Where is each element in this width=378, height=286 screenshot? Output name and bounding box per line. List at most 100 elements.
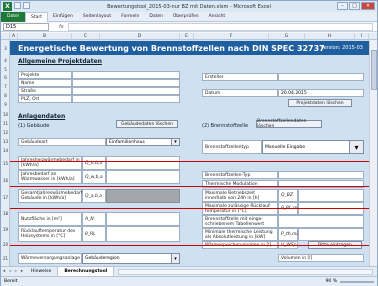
scroll-thumb[interactable]: [371, 50, 377, 90]
save-icon[interactable]: [14, 2, 21, 9]
row-header[interactable]: 13: [1, 137, 10, 146]
input-return-temp[interactable]: [106, 226, 180, 242]
tab-review[interactable]: Überprüfen: [168, 14, 204, 19]
row-header[interactable]: 18: [1, 206, 10, 221]
excel-window: X Bewertungstool_2015-03-nur BZ mit Date…: [0, 0, 378, 286]
row-header[interactable]: 11: [1, 119, 10, 128]
input-heat-demand[interactable]: [106, 156, 180, 170]
section-inputs-heading: Anlagendaten: [18, 113, 66, 120]
title-bar: X Bewertungstool_2015-03-nur BZ mit Date…: [1, 1, 377, 12]
label-hot-water: Jahresbedarf an Warmwasser in [kWh/a]: [18, 170, 82, 184]
input-strasse[interactable]: [72, 87, 180, 95]
col-i[interactable]: I: [355, 33, 369, 40]
tab-data[interactable]: Daten: [144, 14, 168, 19]
col-g[interactable]: G: [269, 33, 305, 40]
col-b[interactable]: B: [18, 33, 72, 40]
col-a[interactable]: A: [10, 33, 18, 40]
row-header[interactable]: 3: [1, 41, 10, 55]
row-header[interactable]: 12: [1, 128, 10, 137]
fc-input-type[interactable]: [278, 171, 364, 179]
tab-insert[interactable]: Einfügen: [48, 14, 78, 19]
sym-hot-water: Q_w,b,a: [82, 170, 106, 184]
chevron-down-icon[interactable]: ▾: [171, 139, 179, 145]
name-box[interactable]: D15: [3, 23, 49, 31]
clear-building-button[interactable]: Gebäudedaten löschen: [116, 120, 178, 128]
tab-file[interactable]: Datei: [1, 11, 26, 22]
ribbon-tabs: Datei Start Einfügen Seitenlayout Formel…: [1, 11, 377, 22]
horizontal-scrollbar[interactable]: [118, 268, 373, 275]
col-d[interactable]: D: [100, 33, 180, 40]
window-title: Bewertungstool_2015-03-nur BZ mit Daten.…: [107, 3, 271, 10]
row-header[interactable]: 16: [1, 172, 10, 189]
row-header[interactable]: 5: [1, 65, 10, 73]
col-c[interactable]: C: [72, 33, 100, 40]
row-divider: [10, 208, 369, 209]
row-header[interactable]: 19: [1, 221, 10, 238]
formula-input[interactable]: [67, 23, 373, 31]
row-header[interactable]: 6: [1, 73, 10, 82]
sheet-title-banner: Energetische Bewertung von Brennstoffzel…: [10, 41, 369, 55]
row-header[interactable]: 8: [1, 91, 10, 100]
zoom-slider[interactable]: [340, 281, 374, 283]
chevron-down-icon[interactable]: ▾: [171, 254, 179, 263]
row-header[interactable]: 14: [1, 146, 10, 155]
row-header[interactable]: 17: [1, 189, 10, 206]
input-plz-ort[interactable]: [72, 95, 180, 103]
select-all[interactable]: [1, 33, 10, 40]
clear-project-button[interactable]: Projektdaten löschen: [288, 99, 352, 107]
label-heat-dist: Wärmeversorgungsanlage: [18, 253, 82, 264]
fx-icon[interactable]: fx: [59, 24, 64, 30]
sheet-tabs-bar: ◂ ◃ ▹ ▸ Hinweise Berechnungstool: [1, 266, 377, 276]
excel-logo-icon[interactable]: X: [3, 2, 12, 11]
fc-heading: (2) Brennstoffzelle: [202, 123, 249, 129]
row-header[interactable]: 10: [1, 109, 10, 119]
close-button[interactable]: ✕: [361, 2, 375, 10]
label-heat-demand: Jahresheizwärmebedarf in [kWh/a]: [18, 156, 82, 170]
fc-input-min-power[interactable]: [298, 228, 364, 241]
col-e[interactable]: E: [180, 33, 194, 40]
maximize-button[interactable]: □: [349, 2, 360, 10]
row-header[interactable]: 4: [1, 56, 10, 64]
col-f[interactable]: F: [194, 33, 269, 40]
sym-area: A_N: [82, 212, 106, 226]
minimize-button[interactable]: –: [337, 2, 348, 10]
input-name[interactable]: [72, 79, 180, 87]
sheet-tab-hinweise[interactable]: Hinweise: [25, 267, 59, 276]
input-hot-water[interactable]: [106, 170, 180, 184]
formula-bar: D15 fx: [1, 23, 377, 32]
input-ersteller[interactable]: [278, 73, 364, 81]
tab-view[interactable]: Ansicht: [204, 14, 231, 19]
row-header[interactable]: 21: [1, 251, 10, 266]
tab-formulas[interactable]: Formeln: [116, 14, 144, 19]
row-header[interactable]: 9: [1, 100, 10, 109]
label-name: Name: [18, 79, 72, 87]
label-projekte: Projekte: [18, 71, 72, 79]
fc-sym-min-power: P_th,min: [278, 228, 301, 241]
fc-type-dropdown[interactable]: Manuelle Eingabe ▾: [262, 140, 364, 154]
computed-total-cell: [106, 189, 180, 203]
undo-icon[interactable]: [23, 2, 30, 9]
heat-dist-dropdown[interactable]: Gebäuderegion ▾: [82, 253, 180, 264]
col-h[interactable]: H: [305, 33, 355, 40]
worksheet[interactable]: Energetische Bewertung von Brennstoffzel…: [10, 40, 369, 266]
zoom-level[interactable]: 90 %: [326, 279, 337, 284]
tab-page-layout[interactable]: Seitenlayout: [78, 14, 116, 19]
tab-start[interactable]: Start: [25, 11, 49, 22]
row-header[interactable]: 7: [1, 82, 10, 91]
row-header[interactable]: 15: [1, 155, 10, 172]
input-projekte[interactable]: [72, 71, 180, 79]
vertical-scrollbar[interactable]: [369, 40, 377, 266]
sheet-tab-berechnungstool[interactable]: Berechnungstool: [58, 267, 115, 276]
input-datum[interactable]: 20.04.2015: [278, 89, 364, 97]
chevron-down-icon[interactable]: ▾: [349, 141, 363, 153]
fc-input-table-value[interactable]: [278, 215, 364, 228]
version-label: Version: 2015-03: [320, 45, 363, 51]
label-return-temp: Rücklauftemperatur des Heizsystems in [°…: [18, 226, 82, 242]
building-heading: (1) Gebäude: [18, 123, 50, 129]
building-type-dropdown[interactable]: Einfamilienhaus ▾: [106, 138, 180, 146]
input-area[interactable]: [106, 212, 180, 226]
volume-label: Volumen in [l]: [278, 254, 364, 262]
fc-input-runtime[interactable]: [298, 189, 364, 202]
clear-fc-button[interactable]: Brennstoffzellendaten löschen: [256, 119, 322, 129]
row-header[interactable]: 20: [1, 238, 10, 251]
